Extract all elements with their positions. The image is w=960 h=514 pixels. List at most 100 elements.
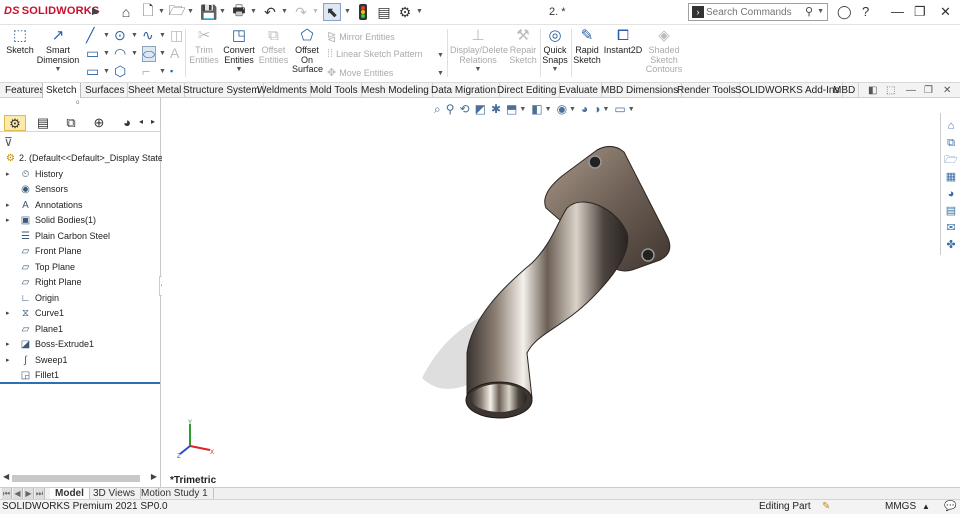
smart-dimension-dropdown-icon[interactable]: ▼ [36, 65, 80, 75]
smart-dimension-button[interactable]: ↗ Smart Dimension ▼ [36, 28, 80, 75]
tree-item-plane1[interactable]: ▱ Plane1 [0, 322, 161, 337]
expand-arrow-icon[interactable]: ▸ [6, 337, 10, 352]
scroll-left-icon[interactable]: ◀ [3, 472, 9, 481]
tab-mbd[interactable]: MBD [830, 83, 860, 98]
tabs-scroll-left-icon[interactable]: ◂ [139, 117, 143, 126]
tab-mesh-modeling[interactable]: Mesh Modeling [358, 83, 433, 98]
horizontal-scrollbar[interactable]: ◀ ▶ [0, 472, 161, 485]
rapid-sketch-button[interactable]: ✎ Rapid Sketch [573, 28, 601, 65]
hide-show-items-icon[interactable]: ◉ [557, 102, 567, 116]
tab-mbd-dimensions[interactable]: MBD Dimensions [598, 83, 683, 98]
rectangle-dropdown-icon[interactable]: ▼ [103, 50, 110, 57]
spline-dropdown-icon[interactable]: ▼ [159, 32, 166, 39]
solidworks-logo[interactable]: DS SOLIDWORKS [4, 5, 99, 17]
design-library-icon[interactable]: ⧉ [944, 136, 958, 150]
open-folder-icon[interactable]: 🗁 [168, 2, 185, 21]
select-pointer-icon[interactable]: ⬉ [323, 3, 341, 21]
home-icon[interactable]: ⌂ [118, 3, 134, 21]
select-dropdown-icon[interactable]: ▼ [344, 8, 351, 15]
rollback-bar[interactable] [0, 382, 160, 384]
ellipse-dropdown-icon[interactable]: ▼ [159, 50, 166, 57]
minimize-icon[interactable]: — [891, 4, 904, 19]
expand-arrow-icon[interactable]: ▸ [6, 353, 10, 368]
help-icon[interactable]: ? [862, 4, 869, 19]
line-icon[interactable]: ╱ [86, 28, 94, 42]
move-dropdown-icon[interactable]: ▼ [437, 70, 444, 77]
unit-system-select[interactable]: MMGS [885, 500, 916, 514]
dimxpert-manager-tab-icon[interactable]: ⊕ [88, 115, 110, 131]
zoom-to-fit-icon[interactable]: ⌕ [434, 102, 441, 117]
tree-item-front-plane[interactable]: ▱ Front Plane [0, 244, 161, 259]
rebuild-traffic-light-icon[interactable] [355, 3, 371, 21]
tree-item-sweep1[interactable]: ▸ ∫ Sweep1 [0, 353, 161, 368]
tab-structure-system[interactable]: Structure System [180, 83, 264, 98]
tab-surfaces[interactable]: Surfaces [82, 83, 129, 98]
offset-entities-button[interactable]: ⧉ Offset Entities [257, 28, 290, 65]
3dexperience-icon[interactable]: ✤ [944, 238, 958, 252]
menu-expand-arrow-icon[interactable]: ▶ [92, 6, 100, 17]
close-icon[interactable]: ✕ [940, 4, 951, 20]
spline-icon[interactable]: ∿ [142, 28, 154, 42]
offset-on-surface-button[interactable]: ⬠ Offset On Surface [292, 28, 323, 75]
save-dropdown-icon[interactable]: ▼ [219, 8, 226, 15]
expand-arrow-icon[interactable]: ▸ [6, 167, 10, 182]
units-dropdown-icon[interactable]: ▲ [922, 500, 930, 514]
redo-dropdown-icon[interactable]: ▼ [312, 8, 319, 15]
tree-item-history[interactable]: ▸ ⏲ History [0, 167, 161, 182]
linear-sketch-pattern-button[interactable]: ⁞⁞ Linear Sketch Pattern [327, 48, 423, 60]
panel-grip-icon[interactable]: o [76, 100, 79, 106]
undo-icon[interactable]: ↶ [262, 3, 278, 21]
expand-arrow-icon[interactable]: ▸ [6, 213, 10, 228]
convert-dropdown-icon[interactable]: ▼ [222, 65, 256, 75]
tab-weldments[interactable]: Weldments [254, 83, 311, 98]
search-dropdown-icon[interactable]: ▼ [817, 8, 824, 15]
move-entities-button[interactable]: ✥ Move Entities [327, 66, 393, 79]
section-view-icon[interactable]: ◩ [475, 102, 486, 116]
tab-data-migration[interactable]: Data Migration [428, 83, 501, 98]
3d-model-pipe-flange[interactable] [412, 138, 682, 428]
expand-window-icon[interactable]: ⬚ [886, 85, 895, 96]
property-manager-tab-icon[interactable]: ▤ [32, 115, 54, 131]
tab-direct-editing[interactable]: Direct Editing [494, 83, 561, 98]
tab-evaluate[interactable]: Evaluate [556, 83, 602, 98]
point-icon[interactable]: ▪ [170, 64, 173, 78]
search-commands-box[interactable]: › ⚲ ▼ [688, 3, 828, 21]
doc-minimize-icon[interactable]: — [906, 85, 916, 96]
expand-arrow-icon[interactable]: ▸ [6, 198, 10, 213]
fillet-sketch-icon[interactable]: ⌐ [142, 64, 150, 78]
tile-icon[interactable]: ◧ [868, 85, 877, 96]
feature-manager-tab-icon[interactable]: ⚙ [4, 115, 26, 131]
tree-item-material[interactable]: ☰ Plain Carbon Steel [0, 229, 161, 244]
trim-entities-button[interactable]: ✂ Trim Entities [188, 28, 220, 65]
tree-item-boss-extrude1[interactable]: ▸ ◪ Boss-Extrude1 [0, 337, 161, 352]
tree-item-origin[interactable]: ∟ Origin [0, 291, 161, 306]
tab-mold-tools[interactable]: Mold Tools [307, 83, 362, 98]
sketch-button[interactable]: ⬚ Sketch [4, 28, 36, 56]
tabs-scroll-right-icon[interactable]: ▸ [151, 117, 155, 126]
redo-icon[interactable]: ↷ [293, 3, 309, 21]
save-icon[interactable]: 💾 [200, 3, 217, 21]
tree-item-sensors[interactable]: ◉ Sensors [0, 182, 161, 197]
fillet-dropdown-icon[interactable]: ▼ [159, 68, 166, 75]
search-input[interactable] [706, 5, 806, 19]
display-style-icon[interactable]: ◧ [531, 102, 542, 116]
quick-snaps-button[interactable]: ◎ Quick Snaps ▼ [542, 28, 568, 75]
user-account-icon[interactable]: ◯ [837, 4, 852, 20]
tooltip-help-icon[interactable]: 💬 [944, 500, 956, 514]
display-manager-tab-icon[interactable]: ◕ [116, 115, 138, 131]
tab-sheet-metal[interactable]: Sheet Metal [125, 83, 186, 98]
solidworks-forum-icon[interactable]: ✉ [944, 221, 958, 235]
polygon-icon[interactable]: ⬡ [114, 64, 126, 78]
options-dropdown-icon[interactable]: ▼ [416, 8, 423, 15]
filter-icon[interactable]: ⊽ [4, 135, 13, 149]
tree-item-fillet1[interactable]: ◲ Fillet1 [0, 368, 161, 383]
display-delete-relations-button[interactable]: ⊥ Display/Delete Relations ▼ [450, 28, 508, 75]
options-gear-icon[interactable]: ⚙ [397, 3, 413, 21]
rectangle-icon[interactable]: ▭ [86, 46, 99, 60]
repair-sketch-button[interactable]: ⚒ Repair Sketch [508, 28, 538, 65]
open-dropdown-icon[interactable]: ▼ [187, 8, 194, 15]
tab-sketch[interactable]: Sketch [42, 83, 81, 98]
print-icon[interactable]: 🖶 [231, 2, 247, 21]
quick-snaps-dropdown-icon[interactable]: ▼ [542, 65, 568, 75]
scroll-thumb[interactable] [12, 475, 140, 482]
